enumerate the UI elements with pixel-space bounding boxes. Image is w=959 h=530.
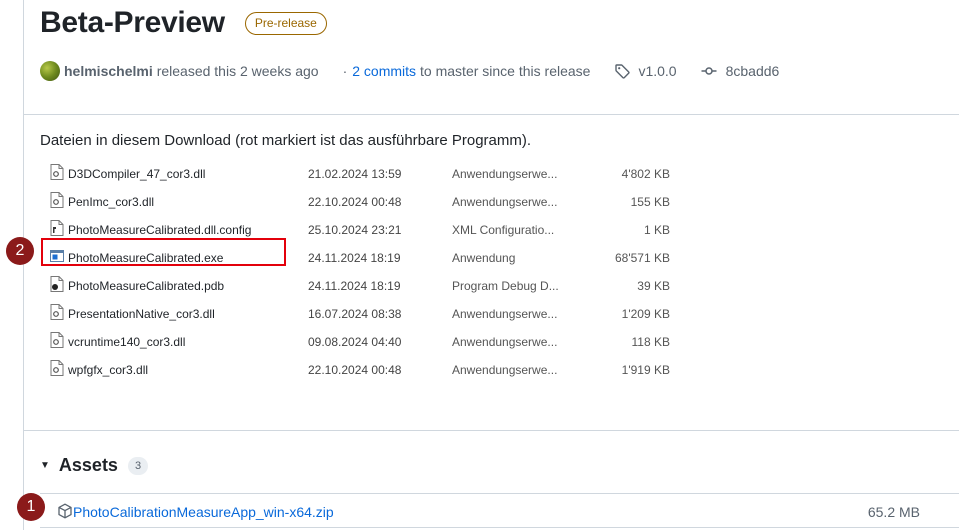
assets-toggle[interactable]: ▼ Assets 3 bbox=[40, 455, 149, 476]
file-type: Anwendungserwe... bbox=[452, 195, 558, 209]
released-text: released this 2 weeks ago bbox=[156, 63, 319, 79]
file-size: 1'209 KB bbox=[621, 307, 670, 321]
file-name: PenImc_cor3.dll bbox=[68, 195, 155, 209]
file-row: PenImc_cor3.dll 22.10.2024 00:48 Anwendu… bbox=[50, 188, 670, 216]
file-date: 09.08.2024 04:40 bbox=[308, 335, 402, 349]
file-listing-image: D3DCompiler_47_cor3.dll 21.02.2024 13:59… bbox=[50, 160, 670, 384]
file-date: 22.10.2024 00:48 bbox=[308, 195, 402, 209]
commit-icon bbox=[701, 63, 717, 79]
tag-link[interactable]: v1.0.0 bbox=[638, 63, 676, 79]
package-icon bbox=[57, 503, 73, 524]
timeline-rule bbox=[23, 0, 24, 530]
file-date: 16.07.2024 08:38 bbox=[308, 307, 402, 321]
prerelease-badge: Pre-release bbox=[244, 11, 327, 35]
file-name: PhotoMeasureCalibrated.pdb bbox=[68, 279, 225, 293]
asset-download-link[interactable]: PhotoCalibrationMeasureApp_win-x64.zip bbox=[73, 504, 334, 520]
file-name: wpfgfx_cor3.dll bbox=[68, 363, 149, 377]
assets-count-badge: 3 bbox=[127, 456, 149, 475]
file-name: vcruntime140_cor3.dll bbox=[68, 335, 186, 349]
file-type: Anwendungserwe... bbox=[452, 363, 558, 377]
file-size: 1 KB bbox=[643, 223, 670, 237]
dll-file-icon bbox=[50, 360, 64, 376]
file-date: 25.10.2024 23:21 bbox=[308, 223, 402, 237]
dll-file-icon bbox=[50, 332, 64, 348]
asset-row: PhotoCalibrationMeasureApp_win-x64.zip 6… bbox=[40, 493, 959, 528]
file-date: 24.11.2024 18:19 bbox=[308, 279, 401, 293]
file-row: PhotoMeasureCalibrated.pdb 24.11.2024 18… bbox=[50, 272, 670, 300]
file-type: Anwendungserwe... bbox=[452, 307, 558, 321]
dll-file-icon bbox=[50, 304, 64, 320]
title-row: Beta-Preview Pre-release bbox=[40, 4, 327, 42]
file-date: 22.10.2024 00:48 bbox=[308, 363, 402, 377]
file-size: 155 KB bbox=[630, 195, 670, 209]
asset-size: 65.2 MB bbox=[867, 504, 920, 520]
config-file-icon bbox=[50, 220, 64, 236]
release-meta: helmischelmi released this 2 weeks ago ·… bbox=[40, 61, 779, 81]
step-marker-1: 1 bbox=[17, 493, 45, 521]
file-date: 24.11.2024 18:19 bbox=[308, 251, 401, 265]
file-row: D3DCompiler_47_cor3.dll 21.02.2024 13:59… bbox=[50, 160, 670, 188]
download-contents: Dateien in diesem Download (rot markiert… bbox=[40, 132, 670, 377]
pdb-file-icon bbox=[50, 276, 64, 292]
file-size: 39 KB bbox=[637, 279, 670, 293]
file-type: Anwendungserwe... bbox=[452, 167, 558, 181]
author-link[interactable]: helmischelmi bbox=[64, 63, 153, 79]
file-type: Program Debug D... bbox=[452, 279, 559, 293]
file-row: vcruntime140_cor3.dll 09.08.2024 04:40 A… bbox=[50, 328, 670, 356]
file-date: 21.02.2024 13:59 bbox=[308, 167, 402, 181]
downloads-heading: Dateien in diesem Download (rot markiert… bbox=[40, 132, 532, 149]
file-type: XML Configuratio... bbox=[452, 223, 555, 237]
commits-suffix: to master since this release bbox=[420, 63, 591, 79]
file-type: Anwendungserwe... bbox=[452, 335, 558, 349]
avatar[interactable] bbox=[40, 61, 60, 81]
file-name: D3DCompiler_47_cor3.dll bbox=[68, 167, 206, 181]
divider bbox=[24, 114, 959, 115]
commits-link[interactable]: 2 commits bbox=[352, 63, 416, 79]
exe-highlight-box bbox=[41, 238, 286, 266]
assets-title: Assets bbox=[58, 455, 118, 475]
file-size: 68'571 KB bbox=[614, 251, 670, 265]
step-marker-2: 2 bbox=[6, 237, 34, 265]
file-row: PresentationNative_cor3.dll 16.07.2024 0… bbox=[50, 300, 670, 328]
file-size: 4'802 KB bbox=[621, 167, 670, 181]
commit-hash-link[interactable]: 8cbadd6 bbox=[726, 63, 780, 79]
file-name: PhotoMeasureCalibrated.dll.config bbox=[68, 223, 252, 237]
dll-file-icon bbox=[50, 164, 64, 180]
file-type: Anwendung bbox=[452, 251, 516, 265]
divider bbox=[24, 430, 959, 431]
file-size: 1'919 KB bbox=[621, 363, 670, 377]
tag-icon bbox=[614, 63, 631, 79]
file-size: 118 KB bbox=[631, 335, 670, 349]
caret-down-icon: ▼ bbox=[40, 460, 50, 471]
meta-separator: · bbox=[342, 63, 348, 79]
dll-file-icon bbox=[50, 192, 64, 208]
release-title[interactable]: Beta-Preview bbox=[40, 4, 225, 42]
file-row: wpfgfx_cor3.dll 22.10.2024 00:48 Anwendu… bbox=[50, 356, 670, 384]
file-name: PresentationNative_cor3.dll bbox=[68, 307, 215, 321]
